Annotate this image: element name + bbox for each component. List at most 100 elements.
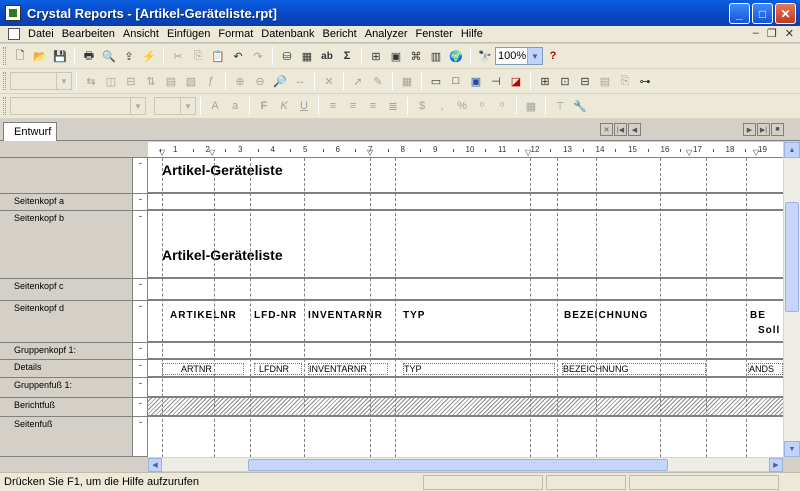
thousands-icon[interactable]: , <box>434 98 450 114</box>
crystal-reports-app-icon[interactable] <box>5 5 21 21</box>
pointer-icon[interactable]: ➚ <box>350 73 366 89</box>
band-report-header[interactable]: Artikel-Geräteliste <box>148 158 783 194</box>
zoom-combo[interactable]: 100% ▼ <box>495 47 543 65</box>
whats-this-icon[interactable]: ? <box>545 48 561 64</box>
zoom-out-icon[interactable]: ⊖ <box>252 73 268 89</box>
section-marker[interactable]: - <box>133 343 148 360</box>
document-icon[interactable] <box>8 28 20 40</box>
band-berichtfuss[interactable] <box>148 398 783 417</box>
binoculars-icon[interactable]: 🔭 <box>477 48 493 64</box>
decrease-font-icon[interactable]: a <box>227 98 243 114</box>
section-label[interactable]: Berichtfuß <box>0 398 133 417</box>
workshop-icon[interactable]: ⎘ <box>617 73 633 89</box>
header-bezeichnung[interactable]: BEZEICHNUNG <box>564 310 704 321</box>
currency-icon[interactable]: $ <box>414 98 430 114</box>
field-explorer-icon[interactable]: ▦ <box>299 48 315 64</box>
redo-icon[interactable]: ↷ <box>250 48 266 64</box>
field-bezeichnung[interactable]: BEZEICHNUNG <box>562 363 706 375</box>
menu-analyzer[interactable]: Analyzer <box>361 28 412 40</box>
select-expert-icon[interactable]: ▤ <box>163 73 179 89</box>
section-label[interactable]: Seitenkopf d <box>0 301 133 343</box>
band-seitenkopf-b[interactable]: Artikel-Geräteliste <box>148 211 783 279</box>
refresh-icon[interactable]: ⚡ <box>141 48 157 64</box>
menu-bericht[interactable]: Bericht <box>318 28 360 40</box>
horizontal-scroll-thumb[interactable] <box>248 459 668 471</box>
print-icon[interactable]: 🖶 <box>81 48 97 64</box>
section-label[interactable]: Seitenkopf b <box>0 211 133 279</box>
size-icon[interactable]: ◫ <box>103 73 119 89</box>
menu-bearbeiten[interactable]: Bearbeiten <box>58 28 119 40</box>
report-title-b[interactable]: Artikel-Geräteliste <box>162 247 283 263</box>
report-title-top[interactable]: Artikel-Geräteliste <box>162 162 283 178</box>
section-marker[interactable]: - <box>133 301 148 343</box>
band-seitenkopf-c[interactable] <box>148 279 783 301</box>
toolbar-grip[interactable] <box>3 72 6 90</box>
band-gruppenkopf-1[interactable] <box>148 343 783 360</box>
copy-icon[interactable]: ⎘ <box>190 48 206 64</box>
export-icon[interactable]: ⇪ <box>121 48 137 64</box>
header-typ[interactable]: TYP <box>403 310 551 321</box>
section-label[interactable]: Seitenkopf c <box>0 279 133 301</box>
report-explorer-icon[interactable]: ⊞ <box>537 73 553 89</box>
record-sort-icon[interactable]: ⇅ <box>143 73 159 89</box>
print-preview-icon[interactable]: 🔍 <box>101 48 117 64</box>
minimize-button[interactable]: _ <box>729 3 750 24</box>
vertical-scrollbar[interactable]: ▲ ▼ <box>783 142 800 457</box>
menu-ansicht[interactable]: Ansicht <box>119 28 163 40</box>
section-marker[interactable]: - <box>133 398 148 417</box>
align-right-icon[interactable]: ≡ <box>365 98 381 114</box>
link-icon[interactable]: ⊶ <box>637 73 653 89</box>
formula-icon[interactable]: ƒ <box>203 73 219 89</box>
section-marker[interactable]: - <box>133 211 148 279</box>
field-inventarnr[interactable]: INVENTARNR <box>308 363 388 375</box>
maximize-button[interactable]: □ <box>752 3 773 24</box>
next-page-button[interactable]: ▶ <box>743 123 756 136</box>
cross-tab-icon[interactable]: ✕ <box>321 73 337 89</box>
cut-icon[interactable]: ✂ <box>170 48 186 64</box>
band-seitenfuss[interactable] <box>148 417 783 457</box>
new-icon[interactable]: 🗋 <box>12 48 28 64</box>
justify-icon[interactable]: ≣ <box>385 98 401 114</box>
border-icon[interactable]: ▦ <box>523 98 539 114</box>
align-icon[interactable]: ⇆ <box>83 73 99 89</box>
scroll-up-icon[interactable]: ▲ <box>784 142 800 158</box>
section-marker[interactable]: - <box>133 360 148 378</box>
header-soll[interactable]: Soll <box>758 325 783 336</box>
percent-icon[interactable]: % <box>454 98 470 114</box>
vertical-scroll-thumb[interactable] <box>785 202 799 312</box>
mdi-restore-button[interactable]: ❐ <box>767 27 777 40</box>
scroll-down-icon[interactable]: ▼ <box>784 441 800 457</box>
zoom-in-icon[interactable]: ⊕ <box>232 73 248 89</box>
align-left-icon[interactable]: ≡ <box>325 98 341 114</box>
menu-einfuegen[interactable]: Einfügen <box>163 28 214 40</box>
italic-icon[interactable]: K <box>276 98 292 114</box>
first-page-button[interactable]: |◀ <box>614 123 627 136</box>
ruler-guide-marker[interactable]: ▽ <box>686 148 692 157</box>
section-label[interactable]: Details <box>0 360 133 378</box>
move-icon[interactable]: ↔ <box>292 73 308 89</box>
band-gruppenfuss-1[interactable] <box>148 378 783 398</box>
section-label[interactable] <box>0 158 133 194</box>
insert-line-icon[interactable]: ⊣ <box>488 73 504 89</box>
scroll-left-icon[interactable]: ◀ <box>148 458 162 472</box>
ruler-guide-marker[interactable]: ▽ <box>525 148 531 157</box>
brush-icon[interactable]: ✎ <box>370 73 386 89</box>
ruler-guide-marker[interactable]: ▽ <box>367 148 373 157</box>
undo-icon[interactable]: ↶ <box>230 48 246 64</box>
report-designer[interactable]: 12345678910111213141516171819▽▽▽▽▽▽▽▽ Se… <box>0 142 783 457</box>
chevron-down-icon[interactable]: ▼ <box>130 98 145 114</box>
suppress-icon[interactable]: ⊤ <box>552 98 568 114</box>
insert-map-icon[interactable]: 🌍 <box>448 48 464 64</box>
decimal-less-icon[interactable]: ⁰ <box>494 98 510 114</box>
toolbar-grip[interactable] <box>3 97 6 115</box>
decimal-more-icon[interactable]: ⁰ <box>474 98 490 114</box>
section-label[interactable]: Seitenkopf a <box>0 194 133 211</box>
section-marker[interactable]: - <box>133 158 148 194</box>
previous-page-button[interactable]: ◀ <box>628 123 641 136</box>
section-label[interactable]: Gruppenkopf 1: <box>0 343 133 360</box>
database-expert-icon[interactable]: ⛁ <box>279 48 295 64</box>
section-label[interactable]: Seitenfuß <box>0 417 133 457</box>
toolbar-grip[interactable] <box>3 47 6 65</box>
font-size-combo[interactable]: ▼ <box>154 97 196 115</box>
menu-fenster[interactable]: Fenster <box>412 28 457 40</box>
